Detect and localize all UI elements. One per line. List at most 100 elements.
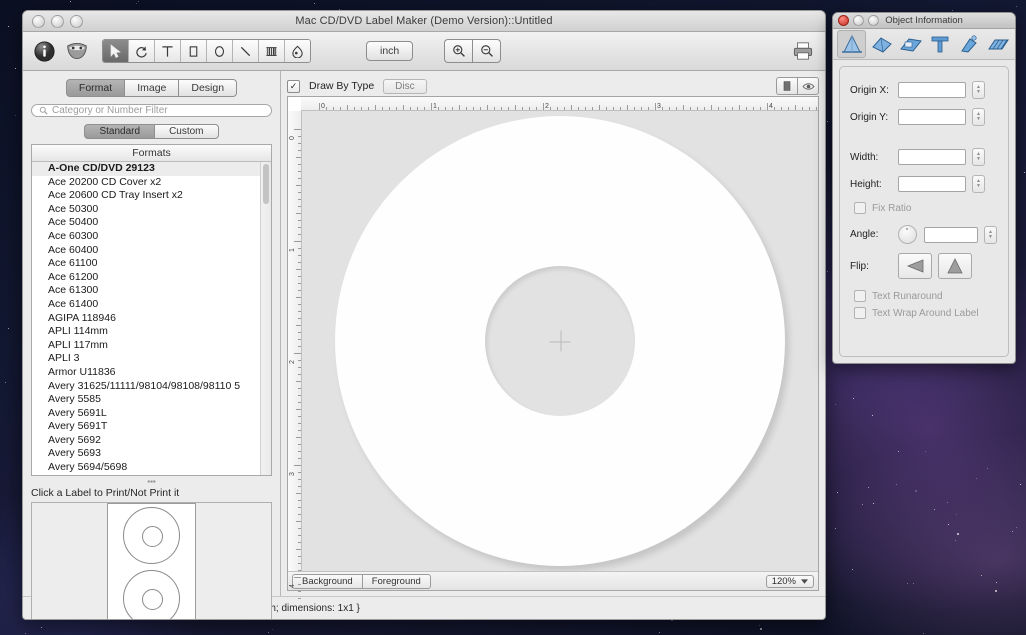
ruler-tick-label: 3 — [289, 472, 296, 476]
formats-list[interactable]: A-One CD/DVD 29123Ace 20200 CD Cover x2A… — [32, 162, 271, 475]
zoom-button[interactable] — [70, 15, 83, 28]
draw-by-type-checkbox[interactable]: ✓ — [287, 80, 300, 93]
page-layer-icon[interactable] — [776, 77, 797, 95]
grid-icon[interactable] — [984, 31, 1011, 57]
list-item[interactable]: Avery 31625/11111/98104/98108/98110 5 — [32, 380, 271, 394]
vertical-ruler: 01234 — [288, 111, 302, 571]
list-item[interactable]: Avery 5691T — [32, 420, 271, 434]
list-item[interactable]: Avery 5585 — [32, 393, 271, 407]
info-icon[interactable] — [32, 39, 56, 63]
list-item[interactable]: Ace 50300 — [32, 203, 271, 217]
origin-y-field[interactable] — [898, 109, 966, 125]
tab-format[interactable]: Format — [66, 79, 124, 97]
list-item[interactable]: APLI 117mm — [32, 339, 271, 353]
printer-icon[interactable] — [790, 38, 816, 64]
flip-vertical-icon[interactable] — [938, 253, 972, 279]
tab-standard[interactable]: Standard — [84, 124, 154, 139]
ruler-tick-label: 1 — [433, 103, 437, 110]
list-item[interactable]: Avery 5691L — [32, 407, 271, 421]
origin-x-stepper[interactable]: ▲▼ — [972, 81, 985, 99]
text-runaround-row[interactable]: Text Runaround — [854, 290, 998, 302]
effects-icon[interactable] — [955, 31, 982, 57]
flip-horizontal-icon[interactable] — [898, 253, 932, 279]
search-input[interactable]: Category or Number Filter — [31, 104, 272, 117]
left-panel: Format Image Design Category or Number F… — [23, 71, 281, 596]
barcode-tool[interactable] — [259, 40, 285, 62]
eye-icon[interactable] — [797, 77, 819, 95]
left-panel-tabs: Format Image Design — [31, 79, 272, 97]
list-item[interactable]: Ace 60300 — [32, 230, 271, 244]
fill-icon[interactable] — [868, 31, 895, 57]
shadow-icon[interactable] — [897, 31, 924, 57]
list-item[interactable]: Ace 61200 — [32, 271, 271, 285]
text-wrap-checkbox[interactable] — [854, 307, 866, 319]
panel-resize-handle[interactable]: ▪▪▪ — [31, 478, 272, 485]
label-sheet-preview[interactable] — [31, 502, 272, 620]
angle-stepper[interactable]: ▲▼ — [984, 226, 997, 244]
height-field[interactable] — [898, 176, 966, 192]
width-stepper[interactable]: ▲▼ — [972, 148, 985, 166]
ruler-tick-label: 1 — [289, 248, 296, 252]
list-item[interactable]: Ace 61300 — [32, 284, 271, 298]
arrow-tool[interactable] — [103, 40, 129, 62]
paint-tool[interactable] — [285, 40, 310, 62]
height-label: Height: — [850, 179, 898, 190]
list-item[interactable]: APLI 3 — [32, 352, 271, 366]
zoom-buttons-group — [444, 39, 501, 63]
angle-dial[interactable] — [898, 225, 917, 244]
zoom-in-icon[interactable] — [444, 39, 472, 63]
close-button[interactable] — [32, 15, 45, 28]
list-item[interactable]: APLI 114mm — [32, 325, 271, 339]
text-tool[interactable] — [155, 40, 181, 62]
list-item[interactable]: Ace 20600 CD Tray Insert x2 — [32, 189, 271, 203]
rectangle-tool[interactable] — [181, 40, 207, 62]
text-icon[interactable] — [926, 31, 953, 57]
origin-y-stepper[interactable]: ▲▼ — [972, 108, 985, 126]
horizontal-ruler: 01234 — [301, 97, 818, 111]
text-wrap-row[interactable]: Text Wrap Around Label — [854, 307, 998, 319]
zoom-out-icon[interactable] — [472, 39, 501, 63]
layer-tabs: Background Foreground — [292, 574, 431, 589]
tab-foreground[interactable]: Foreground — [362, 574, 431, 589]
list-item[interactable]: Ace 61400 — [32, 298, 271, 312]
list-item[interactable]: Avery 5694/5698 — [32, 461, 271, 475]
line-tool[interactable] — [233, 40, 259, 62]
text-runaround-checkbox[interactable] — [854, 290, 866, 302]
tab-custom[interactable]: Custom — [154, 124, 218, 139]
fix-ratio-checkbox[interactable] — [854, 202, 866, 214]
list-item[interactable]: Avery 5692 — [32, 434, 271, 448]
formats-scrollbar[interactable] — [260, 162, 271, 475]
list-item[interactable]: Ace 61100 — [32, 257, 271, 271]
tab-background[interactable]: Background — [292, 574, 362, 589]
fix-ratio-row[interactable]: Fix Ratio — [854, 202, 998, 214]
cd-disc-shape[interactable] — [335, 116, 785, 566]
list-item[interactable]: Ace 60400 — [32, 244, 271, 258]
sheet-label-1[interactable] — [123, 507, 180, 564]
unit-button[interactable]: inch — [366, 41, 413, 61]
disc-type-button[interactable]: Disc — [383, 79, 426, 94]
scrollbar-thumb[interactable] — [263, 164, 269, 204]
angle-field[interactable] — [924, 227, 978, 243]
inspector-body: Origin X: ▲▼ Origin Y: ▲▼ Width: ▲▼ Heig… — [833, 60, 1015, 363]
width-field[interactable] — [898, 149, 966, 165]
tab-design[interactable]: Design — [178, 79, 237, 97]
ellipse-tool[interactable] — [207, 40, 233, 62]
rotate-tool[interactable] — [129, 40, 155, 62]
canvas-area: 01234 01234 Background Foreground — [287, 96, 819, 591]
mask-icon[interactable] — [65, 39, 89, 63]
minimize-button[interactable] — [51, 15, 64, 28]
tab-image[interactable]: Image — [124, 79, 178, 97]
window-body: Format Image Design Category or Number F… — [23, 71, 825, 596]
height-stepper[interactable]: ▲▼ — [972, 175, 985, 193]
origin-x-field[interactable] — [898, 82, 966, 98]
list-item[interactable]: Avery 5693 — [32, 447, 271, 461]
list-item[interactable]: A-One CD/DVD 29123 — [32, 162, 271, 176]
list-item[interactable]: Ace 20200 CD Cover x2 — [32, 176, 271, 190]
zoom-level-select[interactable]: 120% — [766, 575, 814, 588]
list-item[interactable]: Armor U11836 — [32, 366, 271, 380]
list-item[interactable]: AGIPA 118946 — [32, 312, 271, 326]
design-stage[interactable] — [302, 111, 818, 571]
list-item[interactable]: Ace 50400 — [32, 216, 271, 230]
geometry-icon[interactable] — [837, 30, 866, 58]
sheet-label-2[interactable] — [123, 570, 180, 620]
